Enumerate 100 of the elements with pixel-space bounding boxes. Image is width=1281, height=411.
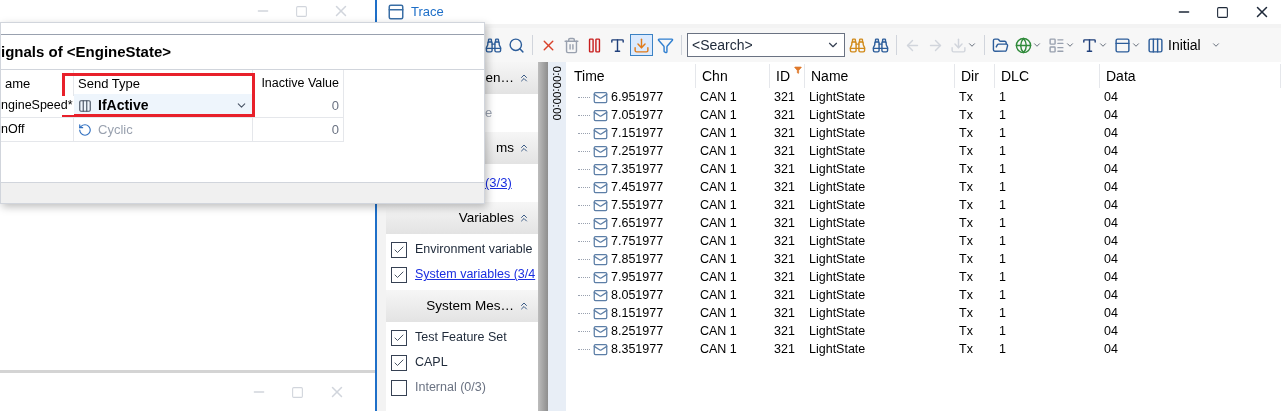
column-header[interactable]: Dir (955, 64, 995, 88)
table-cell: Tx (959, 323, 973, 338)
trace-row[interactable]: 7.651977 CAN 1 321 LightState Tx 1 04 (568, 214, 1281, 232)
checkbox[interactable] (391, 266, 407, 283)
table-cell: Tx (959, 305, 973, 320)
message-icon (593, 233, 608, 249)
table-cell: Tx (959, 143, 973, 158)
table-cell: 1 (999, 179, 1006, 194)
trace-row[interactable]: 8.151977 CAN 1 321 LightState Tx 1 04 (568, 304, 1281, 322)
trace-row[interactable]: 7.051977 CAN 1 321 LightState Tx 1 04 (568, 106, 1281, 124)
timeline-label: 0:00:00:00 (551, 66, 563, 121)
table-cell-text: 8.251977 (611, 322, 664, 340)
trace-row[interactable]: 8.351977 CAN 1 321 LightState Tx 1 04 (568, 340, 1281, 358)
table-cell-text: 7.051977 (611, 106, 664, 124)
trace-row[interactable]: 7.151977 CAN 1 321 LightState Tx 1 04 (568, 124, 1281, 142)
table-cell-text: 7.251977 (611, 142, 664, 160)
section-header[interactable]: Variables (386, 202, 538, 234)
table-cell: LightState (809, 251, 866, 266)
table-cell: LightState (809, 161, 866, 176)
table-cell: Tx (959, 89, 973, 104)
trace-row[interactable]: 7.751977 CAN 1 321 LightState Tx 1 04 (568, 232, 1281, 250)
layout-dropdown[interactable]: Initial (1145, 34, 1223, 56)
table-cell: CAN 1 (700, 161, 737, 176)
table-cell: ngineSpeed* (1, 96, 74, 115)
table-cell: LightState (809, 269, 866, 284)
table-cell: 04 (1104, 161, 1118, 176)
table-cell-text: 7.851977 (611, 250, 664, 268)
filter-label: Test Feature Set (415, 329, 507, 347)
section-header[interactable]: System Mes… (386, 290, 538, 322)
message-icon (593, 341, 608, 357)
trace-row[interactable]: 7.451977 CAN 1 321 LightState Tx 1 04 (568, 178, 1281, 196)
table-cell-text: 7.151977 (611, 124, 664, 142)
maximize-icon[interactable] (1216, 5, 1229, 19)
message-icon (593, 179, 608, 195)
table-cell: CAN 1 (700, 179, 737, 194)
column-header[interactable]: Inactive Value (253, 70, 344, 94)
table-cell: 321 (774, 125, 795, 140)
trace-row[interactable]: 7.551977 CAN 1 321 LightState Tx 1 04 (568, 196, 1281, 214)
table-cell: 04 (1104, 323, 1118, 338)
trace-row[interactable]: 7.351977 CAN 1 321 LightState Tx 1 04 (568, 160, 1281, 178)
column-header[interactable]: Time (568, 64, 696, 88)
table-cell: CAN 1 (700, 305, 737, 320)
trace-row[interactable]: 8.051977 CAN 1 321 LightState Tx 1 04 (568, 286, 1281, 304)
table-cell: 1 (999, 341, 1006, 356)
message-icon (593, 323, 608, 339)
table-cell-text: 7.751977 (611, 232, 664, 250)
checkbox[interactable] (391, 329, 407, 346)
caret-icon (1210, 40, 1221, 50)
filter-link[interactable]: System variables (3/4 (415, 265, 536, 284)
table-cell: CAN 1 (700, 143, 737, 158)
column-header[interactable]: DLC (995, 64, 1100, 88)
trace-row[interactable]: 6.951977 CAN 1 321 LightState Tx 1 04 (568, 88, 1281, 106)
table-cell: CAN 1 (700, 107, 737, 122)
filter-link[interactable]: (3/3) (485, 173, 512, 193)
table-cell-text: 7.351977 (611, 160, 664, 178)
table-cell-text: 6.951977 (611, 88, 664, 106)
filter-label: Environment variable (415, 241, 533, 259)
columns-icon (1147, 36, 1164, 54)
trace-row[interactable]: 7.951977 CAN 1 321 LightState Tx 1 04 (568, 268, 1281, 286)
table-cell: 04 (1104, 305, 1118, 320)
trace-row[interactable]: 7.251977 CAN 1 321 LightState Tx 1 04 (568, 142, 1281, 160)
table-cell: 321 (774, 161, 795, 176)
trace-row[interactable]: 7.851977 CAN 1 321 LightState Tx 1 04 (568, 250, 1281, 268)
trace-row[interactable]: 8.251977 CAN 1 321 LightState Tx 1 04 (568, 322, 1281, 340)
table-cell: 04 (1104, 125, 1118, 140)
table-cell: 04 (1104, 269, 1118, 284)
filter-label: e (485, 104, 493, 123)
layout-icon[interactable] (1048, 36, 1065, 54)
table-cell: 04 (1104, 143, 1118, 158)
checkbox[interactable] (391, 241, 407, 258)
table-cell: LightState (809, 233, 866, 248)
search-dropdown[interactable]: <Search> (687, 33, 845, 57)
column-header[interactable]: ID (770, 64, 805, 88)
table-cell: Tx (959, 341, 973, 356)
table-cell: 321 (774, 305, 795, 320)
table-cell: 321 (774, 89, 795, 104)
table-cell: CAN 1 (700, 323, 737, 338)
table-cell: 321 (774, 179, 795, 194)
message-icon (593, 251, 608, 267)
column-header[interactable]: Chn (696, 64, 770, 88)
checkbox[interactable] (391, 379, 407, 396)
table-cell: 1 (999, 143, 1006, 158)
checkbox[interactable] (391, 354, 407, 371)
table-cell-text: 7.651977 (611, 214, 664, 232)
dialog-title: ignals of <EngineState> (1, 41, 172, 62)
table-cell: 321 (774, 197, 795, 212)
cyclic-icon (78, 122, 92, 137)
column-header[interactable]: Data (1100, 64, 1281, 88)
window-icon[interactable] (1114, 36, 1131, 54)
message-icon (593, 197, 608, 213)
signal-type-icon (78, 98, 92, 113)
message-icon (593, 89, 608, 105)
table-cell: 321 (774, 143, 795, 158)
column-header[interactable]: ame (1, 70, 74, 94)
globe-icon[interactable] (1015, 36, 1032, 54)
table-cell: 321 (774, 341, 795, 356)
column-header[interactable]: Name (805, 64, 955, 88)
font-icon[interactable] (1081, 36, 1098, 54)
message-icon (593, 143, 608, 159)
search-field[interactable]: <Search> (692, 34, 826, 56)
